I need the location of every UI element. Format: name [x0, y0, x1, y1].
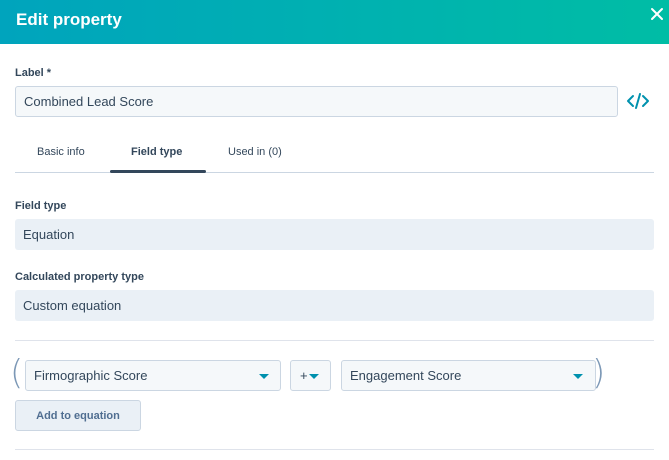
right-operand-select[interactable]: Engagement Score — [341, 360, 596, 391]
left-operand-value: Firmographic Score — [34, 368, 148, 383]
label-input-value: Combined Lead Score — [24, 94, 154, 109]
tab-basic-info[interactable]: Basic info — [37, 146, 85, 174]
open-paren: ( — [10, 353, 24, 393]
section-divider-top — [15, 340, 654, 341]
field-type-value: Equation — [23, 227, 75, 242]
calculated-type-value-box: Custom equation — [15, 290, 654, 321]
close-button[interactable] — [647, 4, 667, 24]
code-icon — [627, 93, 649, 109]
operator-select[interactable]: + — [290, 360, 331, 391]
operator-value: + — [300, 368, 308, 383]
caret-down-icon — [573, 374, 583, 379]
add-to-equation-button[interactable]: Add to equation — [15, 400, 141, 431]
right-operand-value: Engagement Score — [350, 368, 462, 383]
tab-used-in[interactable]: Used in (0) — [228, 146, 282, 174]
active-tab-indicator — [110, 170, 206, 173]
caret-down-icon — [259, 374, 269, 379]
left-operand-select[interactable]: Firmographic Score — [25, 360, 281, 391]
code-button[interactable] — [626, 92, 650, 110]
label-field-label: Label * — [15, 67, 52, 79]
modal-header: Edit property — [0, 0, 669, 44]
close-icon — [651, 8, 663, 20]
calculated-type-value: Custom equation — [23, 298, 122, 313]
label-input[interactable]: Combined Lead Score — [15, 86, 618, 117]
section-divider-bottom — [15, 449, 654, 450]
caret-down-icon — [309, 374, 319, 379]
calculated-type-label: Calculated property type — [15, 271, 144, 283]
modal-title: Edit property — [16, 10, 122, 29]
field-type-value-box: Equation — [15, 219, 654, 250]
close-paren: ) — [592, 353, 606, 393]
field-type-label: Field type — [15, 200, 67, 212]
